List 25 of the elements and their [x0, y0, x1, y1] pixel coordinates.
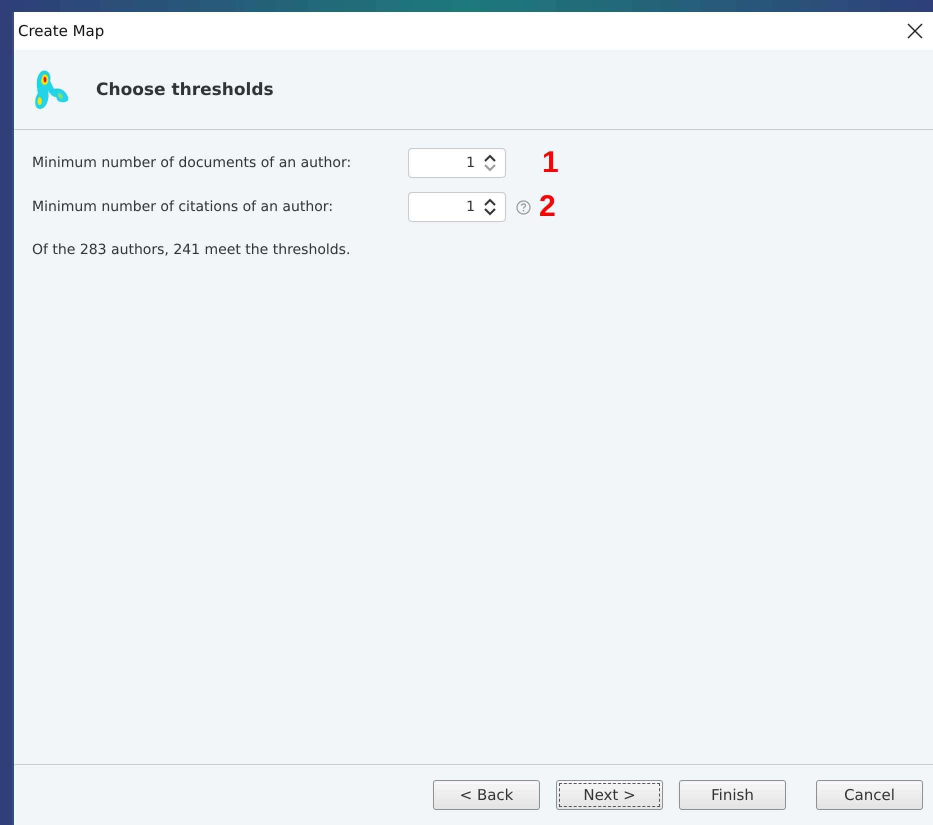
close-icon	[907, 23, 923, 39]
chevron-up-icon	[483, 153, 497, 163]
chevron-up-icon	[483, 197, 497, 207]
number-input[interactable]: 1	[409, 199, 479, 215]
increment-button[interactable]	[483, 197, 497, 207]
number-spinner[interactable]: 1	[408, 192, 506, 222]
page-heading: Choose thresholds	[96, 80, 274, 100]
number-spinner[interactable]: 1	[408, 148, 506, 178]
decrement-button[interactable]	[483, 207, 497, 217]
wizard-button[interactable]: Finish	[679, 780, 786, 810]
field-label: Minimum number of documents of an author:	[32, 155, 352, 171]
annotation-number: 1	[542, 146, 559, 180]
increment-button[interactable]	[483, 153, 497, 163]
field-label: Minimum number of citations of an author:	[32, 199, 334, 215]
wizard-button[interactable]: < Back	[433, 780, 540, 810]
window-title: Create Map	[18, 22, 104, 40]
number-input[interactable]: 1	[409, 155, 479, 171]
wizard-button[interactable]: Cancel	[816, 780, 923, 810]
help-icon[interactable]	[516, 200, 531, 214]
chevron-down-icon	[483, 163, 497, 173]
wizard-button[interactable]: Next >	[556, 780, 663, 810]
annotation-number: 2	[539, 190, 556, 224]
chevron-down-icon	[483, 207, 497, 217]
close-button[interactable]	[905, 21, 925, 41]
summary-text: Of the 283 authors, 241 meet the thresholds.	[32, 242, 352, 258]
